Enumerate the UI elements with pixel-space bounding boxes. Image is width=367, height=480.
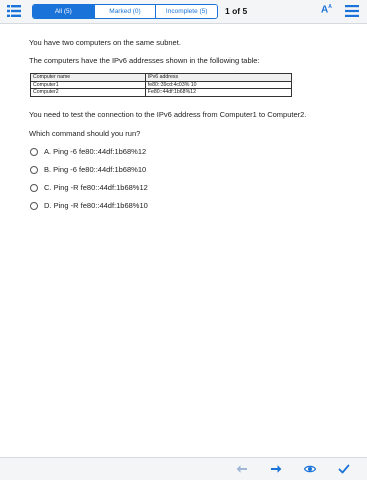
question-prompt: Which command should you run? — [29, 129, 141, 138]
menu-icon[interactable] — [345, 5, 359, 17]
table-header-row: Computer name IPv6 address — [30, 73, 293, 82]
cell-ipv6-address: Fe80::44df:1b68%12 — [144, 88, 293, 97]
check-icon[interactable] — [338, 463, 350, 475]
option-label: D. Ping -R fe80::44df:1b68%10 — [44, 201, 148, 210]
option-label: B. Ping -6 fe80::44df:1b68%10 — [44, 165, 147, 174]
radio-button[interactable] — [30, 201, 38, 210]
question-intro: You have two computers on the same subne… — [29, 38, 181, 47]
list-icon[interactable] — [7, 5, 21, 17]
option-label: A. Ping -6 fe80::44df:1b68%12 — [44, 147, 147, 156]
cell-ipv6-address: fe80::39cd:4c03% 10 — [144, 80, 293, 89]
back-arrow-icon[interactable] — [236, 463, 248, 475]
ipv6-table: Computer name IPv6 address Computer1 fe8… — [30, 73, 293, 97]
table-intro: The computers have the IPv6 addresses sh… — [29, 56, 260, 65]
header-computer-name: Computer name — [30, 73, 146, 82]
answer-option-a[interactable]: A. Ping -6 fe80::44df:1b68%12 — [30, 147, 146, 156]
forward-arrow-icon[interactable] — [270, 463, 282, 475]
table-row: Computer1 fe80::39cd:4c03% 10 — [30, 80, 293, 89]
table-row: Computer2 Fe80::44df:1b68%12 — [30, 88, 293, 97]
answer-option-d[interactable]: D. Ping -R fe80::44df:1b68%10 — [30, 201, 148, 210]
tab-incomplete[interactable]: Incomplete (5) — [156, 5, 217, 18]
answer-option-c[interactable]: C. Ping -R fe80::44df:1b68%12 — [30, 183, 148, 192]
question-pager: 1 of 5 — [225, 6, 248, 16]
radio-button[interactable] — [30, 165, 38, 174]
tab-marked[interactable]: Marked (0) — [94, 5, 157, 18]
question-filter-tabs: All (5) Marked (0) Incomplete (5) — [32, 4, 218, 19]
top-toolbar: All (5) Marked (0) Incomplete (5) 1 of 5… — [0, 0, 367, 24]
radio-button[interactable] — [30, 183, 38, 192]
option-label: C. Ping -R fe80::44df:1b68%12 — [44, 183, 148, 192]
bottom-toolbar — [0, 457, 367, 480]
cell-computer-name: Computer1 — [30, 80, 146, 89]
cell-computer-name: Computer2 — [30, 88, 146, 97]
question-task: You need to test the connection to the I… — [29, 110, 307, 119]
tab-all[interactable]: All (5) — [33, 5, 95, 18]
radio-button[interactable] — [30, 147, 38, 156]
eye-icon[interactable] — [304, 463, 316, 475]
font-size-icon[interactable]: AA — [321, 4, 332, 15]
header-ipv6-address: IPv6 address — [144, 73, 293, 82]
answer-option-b[interactable]: B. Ping -6 fe80::44df:1b68%10 — [30, 165, 146, 174]
